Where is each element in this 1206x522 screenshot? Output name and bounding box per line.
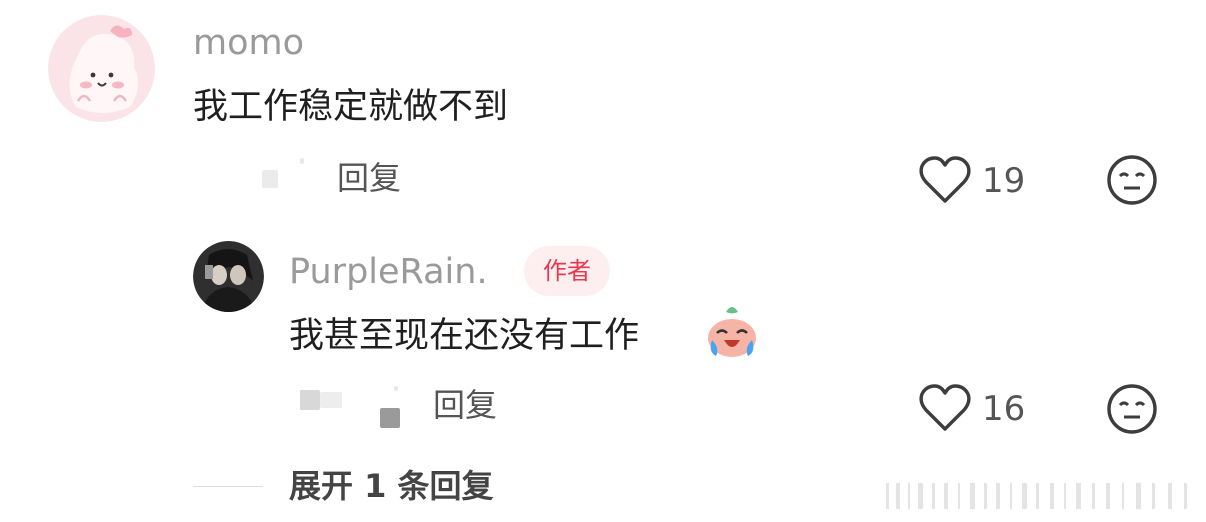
watermark-stripes (886, 483, 1187, 509)
author-badge: 作者 (524, 246, 610, 296)
heart-outline-icon (919, 156, 971, 203)
reply-meta-blurred (380, 408, 400, 428)
comment-text: 我工作稳定就做不到 (193, 87, 509, 127)
reply-reply-button[interactable]: 回复 (433, 385, 497, 425)
expand-replies-button[interactable]: 展开 1 条回复 (289, 466, 494, 506)
comment-reply-button[interactable]: 回复 (337, 158, 401, 198)
reply-meta-blurred (300, 390, 320, 410)
comment-dislike-button[interactable] (1106, 154, 1158, 206)
replier-avatar[interactable] (193, 241, 264, 312)
reply-dislike-button[interactable] (1106, 383, 1158, 435)
reply-meta-blurred (320, 392, 342, 408)
reply-text: 我甚至现在还没有工作 (289, 316, 640, 356)
commenter-username[interactable]: momo (193, 23, 304, 63)
neutral-face-icon (1107, 384, 1157, 434)
crying-laughing-sticker-icon (704, 304, 760, 360)
reply-like-count: 16 (982, 389, 1026, 429)
neutral-face-icon (1107, 155, 1157, 205)
comment-like-count: 19 (982, 161, 1026, 201)
reply-like-button[interactable] (918, 382, 972, 434)
comment-meta-blurred (300, 158, 304, 164)
heart-outline-icon (919, 384, 971, 431)
reply-meta-blurred (394, 386, 398, 391)
commenter-avatar[interactable] (48, 15, 155, 122)
comment-like-button[interactable] (918, 154, 972, 206)
replier-username[interactable]: PurpleRain. (289, 252, 488, 292)
comment-meta-blurred (262, 170, 278, 188)
expand-divider (193, 486, 263, 487)
